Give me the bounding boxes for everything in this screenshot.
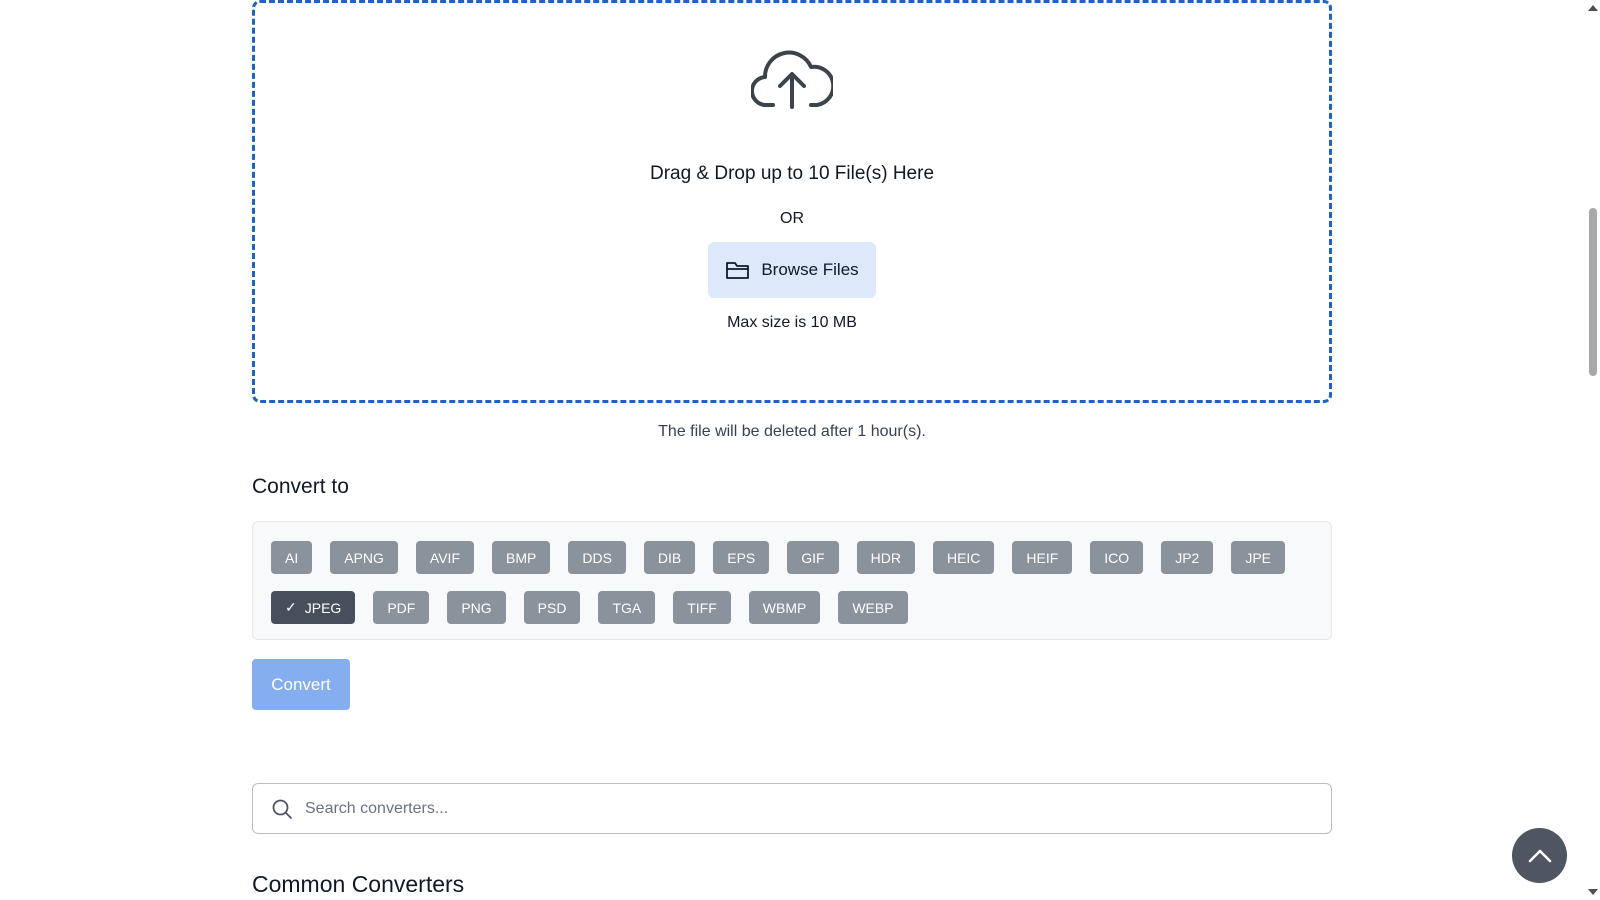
format-option-ico[interactable]: ICO <box>1090 541 1144 574</box>
format-option-webp[interactable]: WEBP <box>838 591 908 624</box>
convert-button[interactable]: Convert <box>252 659 350 710</box>
file-dropzone[interactable]: Drag & Drop up to 10 File(s) Here OR Bro… <box>252 0 1332 403</box>
format-option-wbmp[interactable]: WBMP <box>748 591 821 624</box>
folder-icon <box>726 262 750 279</box>
chevron-up-icon <box>1528 849 1551 862</box>
format-option-gif[interactable]: GIF <box>787 541 839 574</box>
page-scrollbar[interactable] <box>1585 0 1600 900</box>
checkmark-icon: ✓ <box>285 599 297 615</box>
format-option-tga[interactable]: TGA <box>598 591 656 624</box>
file-deletion-note: The file will be deleted after 1 hour(s)… <box>658 423 926 440</box>
format-option-dib[interactable]: DIB <box>643 541 696 574</box>
format-option-jpe[interactable]: JPE <box>1231 541 1285 574</box>
format-row-2: ✓ JPEG PDF PNG PSD TGA TIFF WBMP WEBP <box>271 591 1313 624</box>
format-option-heif[interactable]: HEIF <box>1012 541 1073 574</box>
scroll-down-arrow[interactable] <box>1588 889 1598 895</box>
format-option-psd[interactable]: PSD <box>523 591 581 624</box>
common-converters-heading: Common Converters <box>252 871 465 897</box>
max-size-note: Max size is 10 MB <box>727 314 857 331</box>
format-option-bmp[interactable]: BMP <box>492 541 551 574</box>
format-option-pdf[interactable]: PDF <box>373 591 430 624</box>
format-option-ai[interactable]: AI <box>271 541 313 574</box>
format-options-panel: AI APNG AVIF BMP DDS DIB EPS GIF HDR HEI… <box>252 521 1332 640</box>
browse-files-label: Browse Files <box>761 260 859 279</box>
format-option-eps[interactable]: EPS <box>713 541 770 574</box>
format-option-heic[interactable]: HEIC <box>932 541 995 574</box>
format-option-png[interactable]: PNG <box>447 591 506 624</box>
page: Drag & Drop up to 10 File(s) Here OR Bro… <box>0 0 1600 900</box>
format-row-1: AI APNG AVIF BMP DDS DIB EPS GIF HDR HEI… <box>271 541 1313 574</box>
back-to-top-button[interactable] <box>1512 828 1567 883</box>
search-converters-input[interactable] <box>305 788 1331 829</box>
format-option-hdr[interactable]: HDR <box>856 541 915 574</box>
format-option-avif[interactable]: AVIF <box>415 541 474 574</box>
format-option-jpeg[interactable]: ✓ JPEG <box>271 591 356 624</box>
search-icon <box>272 799 292 819</box>
convert-to-heading: Convert to <box>252 475 349 498</box>
drop-title: Drag & Drop up to 10 File(s) Here <box>649 163 935 184</box>
or-separator: OR <box>780 210 804 227</box>
format-option-jpeg-label: JPEG <box>304 599 342 616</box>
format-option-jp2[interactable]: JP2 <box>1161 541 1214 574</box>
scroll-thumb[interactable] <box>1589 208 1597 376</box>
cloud-upload-icon <box>751 50 833 109</box>
format-option-dds[interactable]: DDS <box>568 541 626 574</box>
format-option-apng[interactable]: APNG <box>330 541 398 574</box>
format-option-tiff[interactable]: TIFF <box>673 591 731 624</box>
scroll-up-arrow[interactable] <box>1588 5 1598 11</box>
search-converters-box <box>252 783 1332 834</box>
browse-files-button[interactable]: Browse Files <box>708 242 876 298</box>
